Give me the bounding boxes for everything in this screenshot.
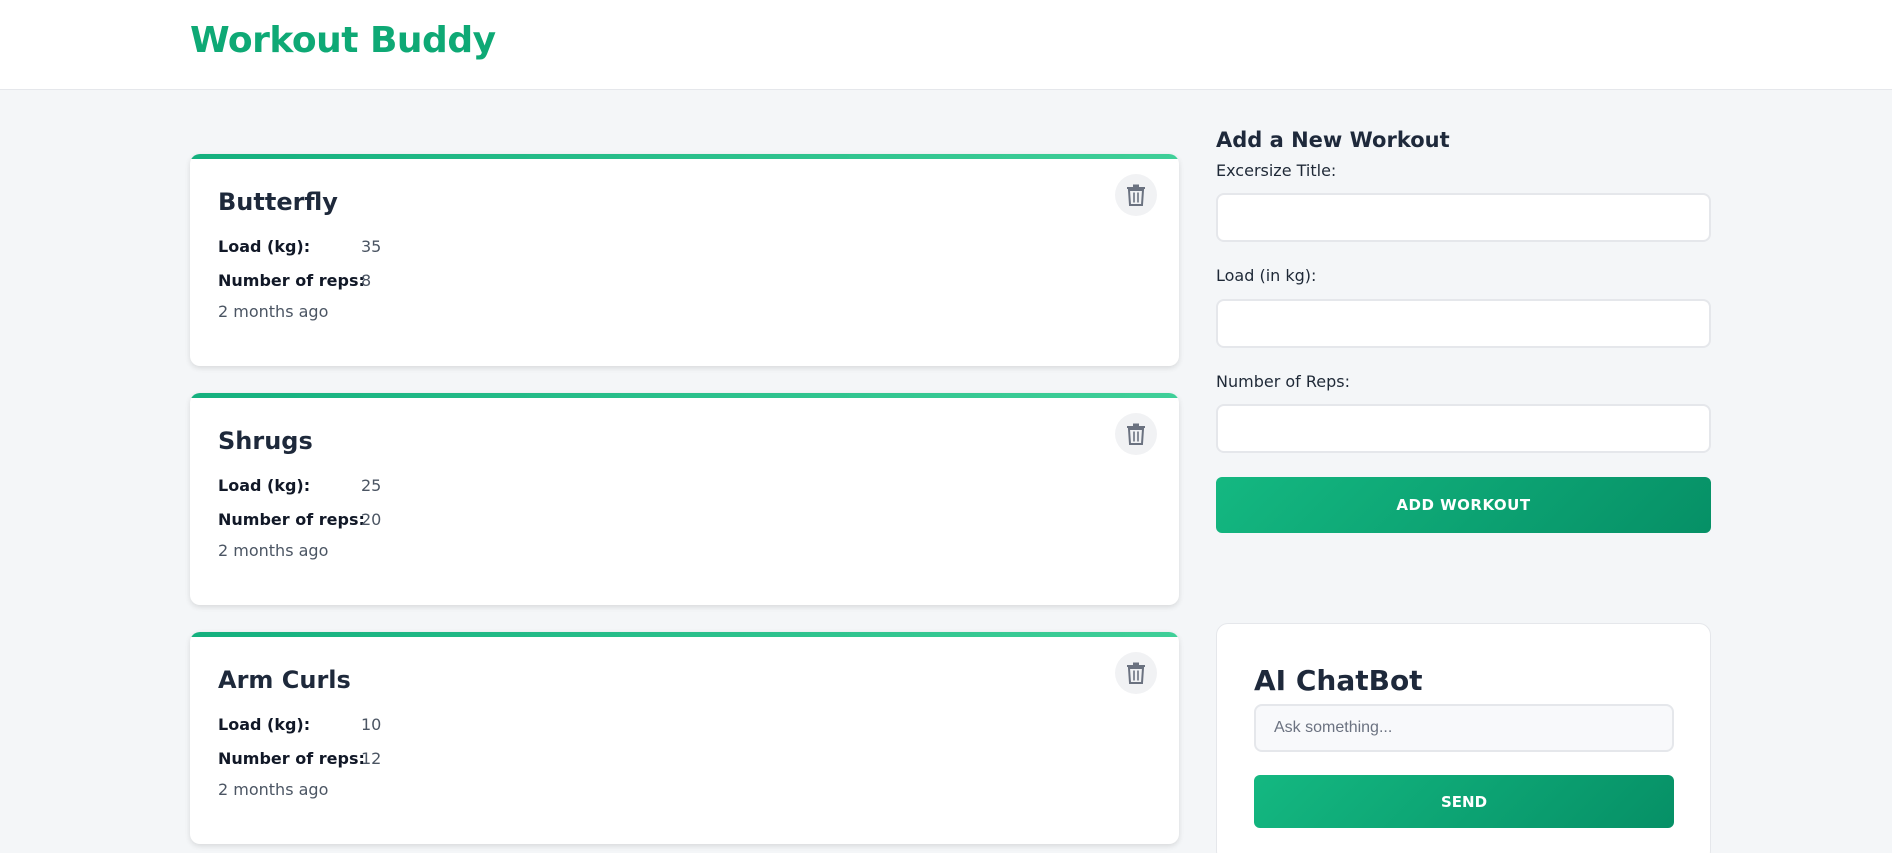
main-content: Butterfly Load (kg): 35 Number of reps: … xyxy=(0,90,1892,853)
workout-timestamp: 2 months ago xyxy=(218,780,329,799)
load-label: Load (kg): xyxy=(218,237,311,256)
load-label: Load (kg): xyxy=(218,476,311,495)
load-value: 10 xyxy=(361,715,382,734)
chatbot-panel: AI ChatBot SEND xyxy=(1216,623,1711,853)
title-field[interactable] xyxy=(1216,193,1711,242)
workout-timestamp: 2 months ago xyxy=(218,541,329,560)
trash-icon xyxy=(1127,423,1145,445)
load-value: 25 xyxy=(361,476,382,495)
reps-label: Number of reps: xyxy=(218,510,365,529)
load-label: Load (kg): xyxy=(218,715,311,734)
add-workout-button[interactable]: ADD WORKOUT xyxy=(1216,477,1711,533)
top-navbar: Workout Buddy xyxy=(0,0,1892,90)
reps-field-label: Number of Reps: xyxy=(1216,372,1350,391)
workout-card: Shrugs Load (kg): 25 Number of reps: 20 … xyxy=(190,393,1179,605)
delete-workout-button[interactable] xyxy=(1115,174,1157,216)
workout-card: Arm Curls Load (kg): 10 Number of reps: … xyxy=(190,632,1179,844)
chatbot-input[interactable] xyxy=(1254,704,1674,752)
reps-field[interactable] xyxy=(1216,404,1711,453)
workout-title: Shrugs xyxy=(218,427,313,455)
title-field-label: Excersize Title: xyxy=(1216,161,1337,180)
workout-card: Butterfly Load (kg): 35 Number of reps: … xyxy=(190,154,1179,366)
reps-value: 12 xyxy=(361,749,382,768)
delete-workout-button[interactable] xyxy=(1115,652,1157,694)
workout-title: Butterfly xyxy=(218,188,338,216)
chatbot-title: AI ChatBot xyxy=(1254,664,1423,697)
reps-value: 20 xyxy=(361,510,382,529)
reps-value: 8 xyxy=(361,271,372,290)
app-title[interactable]: Workout Buddy xyxy=(190,20,496,61)
load-value: 35 xyxy=(361,237,382,256)
delete-workout-button[interactable] xyxy=(1115,413,1157,455)
form-heading: Add a New Workout xyxy=(1216,128,1450,152)
trash-icon xyxy=(1127,662,1145,684)
workout-timestamp: 2 months ago xyxy=(218,302,329,321)
send-button[interactable]: SEND xyxy=(1254,775,1674,828)
reps-label: Number of reps: xyxy=(218,271,365,290)
load-field-label: Load (in kg): xyxy=(1216,266,1317,285)
trash-icon xyxy=(1127,184,1145,206)
reps-label: Number of reps: xyxy=(218,749,365,768)
load-field[interactable] xyxy=(1216,299,1711,348)
workout-title: Arm Curls xyxy=(218,666,351,694)
